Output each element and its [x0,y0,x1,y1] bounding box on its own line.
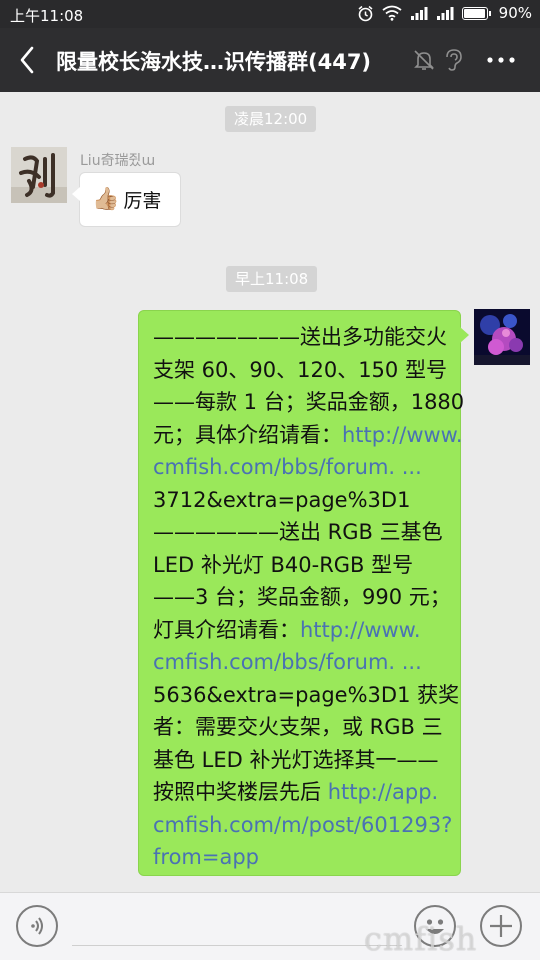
mute-icon [414,50,434,70]
status-bar: 上午11:08 90% [0,0,540,28]
battery-tip [488,10,491,16]
message-line: 5636&extra=page%3D1 获奖 [153,682,460,707]
message-line: ——3 台；奖品金额，990 元； [153,585,451,609]
message-line: ——每款 1 台；奖品金额，1880 [153,390,465,414]
chat-title: 限量校长海水技…识传播群(447) [56,50,372,74]
message-input[interactable] [72,945,402,946]
avatar[interactable] [11,147,67,203]
signal-icon [410,7,428,20]
chat-area[interactable]: 凌晨12:00 Liu奇瑞쥤ɯ 👍🏼 厉害 早上11:08 ———————送出多… [0,92,540,892]
timestamp: 早上11:08 [226,266,318,292]
chat-header: 限量校长海水技…识传播群(447) [0,28,540,92]
watermark: cmfish [364,920,478,958]
message-line: LED 补光灯 B40-RGB 型号 [153,552,414,577]
timestamp: 凌晨12:00 [225,106,317,132]
message-link[interactable]: cmfish.com/bbs/forum. ... [153,451,446,484]
message-line: 3712&extra=page%3D1 [153,487,411,512]
message-bubble-incoming[interactable]: 👍🏼 厉害 [72,172,181,227]
thumbs-up-emoji: 👍🏼 [92,187,120,212]
battery-percent: 90% [498,4,532,22]
message-text: 灯具介绍请看： [153,617,300,642]
message-line: 元；具体介绍请看：http://www. [153,419,463,452]
message-bubble-outgoing[interactable]: ———————送出多功能交火 支架 60、90、120、150 型号 ——每款 … [138,310,469,876]
voice-icon [31,917,43,935]
earpiece-icon [446,49,462,71]
message-line: 按照中奖楼层先后 http://app. [153,776,446,809]
message-line: 基色 LED 补光灯选择其一—— [153,747,439,772]
message-link[interactable]: cmfish.com/bbs/forum. ... [153,646,446,679]
message-line: 灯具介绍请看：http://www. [153,614,446,647]
voice-button[interactable] [16,905,58,947]
battery-icon [461,6,488,20]
sender-name: Liu奇瑞쥤ɯ [80,153,156,169]
message-link[interactable]: http://app. [328,780,439,804]
more-functions-button[interactable] [480,905,522,947]
message-link[interactable]: http://www. [300,618,421,642]
message-line: 者：需要交火支架，或 RGB 三 [153,715,443,739]
message-line: ——————送出 RGB 三基色 [153,520,443,544]
status-time: 上午11:08 [10,7,84,25]
plus-icon [490,915,512,937]
wifi-icon [382,5,402,21]
message-line: ———————送出多功能交火 [153,325,447,349]
message-text: 按照中奖楼层先后 [153,780,321,804]
message-link[interactable]: from=app [153,841,446,874]
signal-icon [436,7,454,20]
alarm-icon [358,5,373,21]
message-text: 元；具体介绍请看： [153,422,342,447]
message-line: 支架 60、90、120、150 型号 [153,357,447,382]
message-text: 厉害 [123,190,162,212]
status-icons: 90% [357,4,532,22]
message-link[interactable]: http://www. [342,423,463,447]
back-arrow-icon[interactable] [14,42,44,78]
avatar-self[interactable] [474,309,530,365]
more-icon[interactable] [484,50,518,70]
message-link[interactable]: cmfish.com/m/post/601293? [153,809,452,842]
